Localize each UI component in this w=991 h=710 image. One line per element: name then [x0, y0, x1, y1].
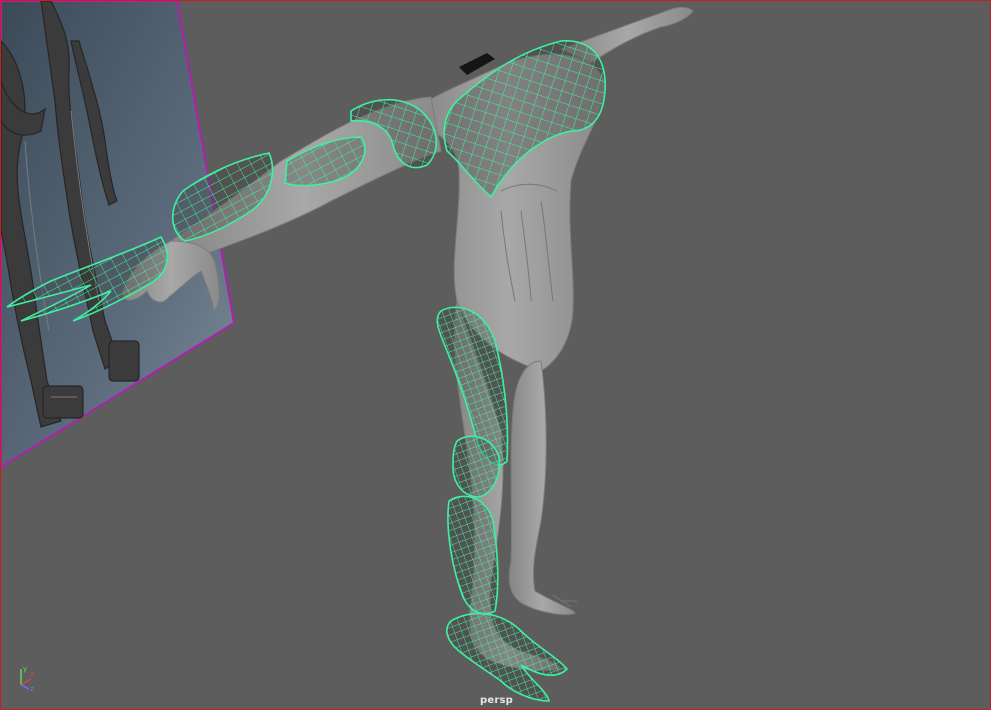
view-axis-gizmo: x y z — [20, 665, 34, 691]
right-leg-mesh[interactable] — [508, 360, 576, 616]
axis-y-label: y — [23, 665, 27, 673]
shin-armor-wireframe[interactable] — [447, 495, 499, 615]
knee-armor-wireframe[interactable] — [452, 435, 501, 498]
axis-z-label: z — [30, 685, 34, 691]
axis-z-line — [20, 684, 30, 690]
maya-perspective-viewport[interactable]: x y z persp — [0, 0, 991, 710]
viewport-scene[interactable] — [1, 1, 991, 710]
camera-name-label: persp — [480, 695, 513, 706]
foot-claw-wireframe[interactable] — [446, 612, 569, 702]
axis-x-label: x — [30, 670, 34, 678]
